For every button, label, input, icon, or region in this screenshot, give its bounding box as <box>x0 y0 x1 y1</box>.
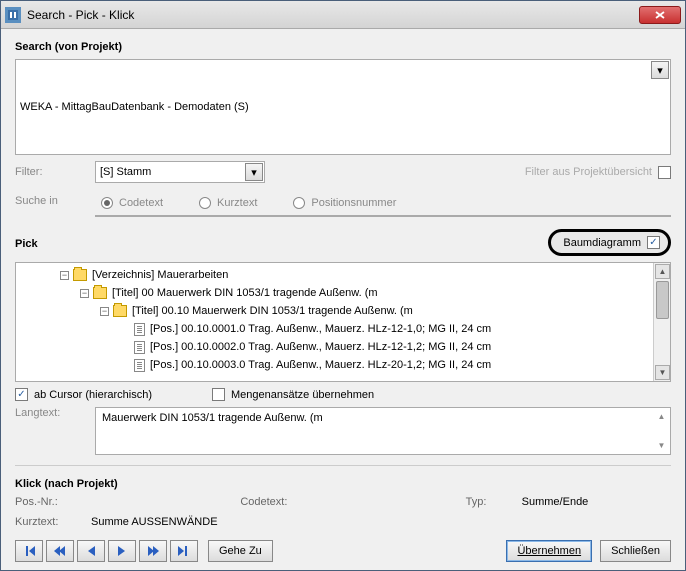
kurztext-value: Summe AUSSENWÄNDE <box>91 516 671 528</box>
nav-first-button[interactable] <box>15 540 43 562</box>
scroll-down-icon[interactable]: ▼ <box>655 365 670 380</box>
project-dropdown[interactable]: WEKA - MittagBauDatenbank - Demodaten (S… <box>15 59 671 155</box>
chevron-down-icon: ▾ <box>651 61 669 79</box>
ab-cursor-label: ab Cursor (hierarchisch) <box>34 389 152 401</box>
scroll-up-icon[interactable]: ▲ <box>655 410 668 423</box>
radio-icon <box>199 197 211 209</box>
uebernehmen-button[interactable]: Übernehmen <box>506 540 592 562</box>
project-value: WEKA - MittagBauDatenbank - Demodaten (S… <box>20 101 249 113</box>
langtext-value: Mauerwerk DIN 1053/1 tragende Außenw. (m <box>102 412 323 424</box>
chevron-down-icon: ▾ <box>245 163 263 181</box>
tree-label: [Pos.] 00.10.0002.0 Trag. Außenw., Mauer… <box>150 341 491 353</box>
document-icon <box>134 359 145 372</box>
tree-row[interactable]: [Pos.] 00.10.0003.0 Trag. Außenw., Mauer… <box>16 356 670 374</box>
collapse-icon[interactable]: − <box>80 289 89 298</box>
tree-label: [Verzeichnis] Mauerarbeiten <box>92 269 228 281</box>
tree-label: [Titel] 00.10 Mauerwerk DIN 1053/1 trage… <box>132 305 413 317</box>
codetext-label: Codetext: <box>240 496 316 508</box>
gehezu-button[interactable]: Gehe Zu <box>208 540 273 562</box>
baumdiagramm-label: Baumdiagramm <box>563 237 641 249</box>
baumdiagramm-toggle[interactable]: Baumdiagramm ✓ <box>548 229 671 256</box>
tree-row[interactable]: − [Titel] 00.10 Mauerwerk DIN 1053/1 tra… <box>16 302 670 320</box>
radio-codetext-label: Codetext <box>119 197 163 209</box>
nav-prev-button[interactable] <box>77 540 105 562</box>
tree-row[interactable]: [Pos.] 00.10.0001.0 Trag. Außenw., Mauer… <box>16 320 670 338</box>
radio-kurztext[interactable]: Kurztext <box>199 197 257 209</box>
tree-label: [Pos.] 00.10.0003.0 Trag. Außenw., Mauer… <box>150 359 491 371</box>
schliessen-button[interactable]: Schließen <box>600 540 671 562</box>
scroll-up-icon[interactable]: ▲ <box>655 264 670 279</box>
radio-positionsnummer[interactable]: Positionsnummer <box>293 197 396 209</box>
document-icon <box>134 323 145 336</box>
close-icon <box>655 11 665 19</box>
search-heading: Search (von Projekt) <box>15 41 671 53</box>
filter-label: Filter: <box>15 166 87 178</box>
uebernehmen-label: Übernehmen <box>517 545 581 557</box>
langtext-area[interactable]: Mauerwerk DIN 1053/1 tragende Außenw. (m… <box>95 407 671 455</box>
suchein-label: Suche in <box>15 195 87 207</box>
scroll-down-icon[interactable]: ▼ <box>655 439 668 452</box>
tree-row[interactable]: − [Verzeichnis] Mauerarbeiten <box>16 266 670 284</box>
posnr-label: Pos.-Nr.: <box>15 496 91 508</box>
typ-value: Summe/Ende <box>522 496 671 508</box>
nav-next-button[interactable] <box>108 540 136 562</box>
filter-aus-checkbox[interactable] <box>658 166 671 179</box>
nav-prev-page-button[interactable] <box>46 540 74 562</box>
langtext-label: Langtext: <box>15 407 87 419</box>
filter-value: [S] Stamm <box>100 166 151 178</box>
nav-next-page-button[interactable] <box>139 540 167 562</box>
document-icon <box>134 341 145 354</box>
folder-icon <box>113 305 127 317</box>
filter-aus-label: Filter aus Projektübersicht <box>525 166 652 178</box>
tree-row[interactable]: [Pos.] 00.10.0002.0 Trag. Außenw., Mauer… <box>16 338 670 356</box>
radio-icon <box>293 197 305 209</box>
window-title: Search - Pick - Klick <box>27 8 639 22</box>
folder-icon <box>93 287 107 299</box>
nav-last-button[interactable] <box>170 540 198 562</box>
kurztext-label: Kurztext: <box>15 516 91 528</box>
folder-icon <box>73 269 87 281</box>
radio-kurztext-label: Kurztext <box>217 197 257 209</box>
filter-dropdown[interactable]: [S] Stamm ▾ <box>95 161 265 183</box>
radio-codetext[interactable]: Codetext <box>101 197 163 209</box>
mengen-label: Mengenansätze übernehmen <box>231 389 374 401</box>
ab-cursor-checkbox[interactable]: ✓ <box>15 388 28 401</box>
baumdiagramm-checkbox: ✓ <box>647 236 660 249</box>
app-icon <box>5 7 21 23</box>
typ-label: Typ: <box>466 496 522 508</box>
collapse-icon[interactable]: − <box>100 307 109 316</box>
tree-label: [Pos.] 00.10.0001.0 Trag. Außenw., Mauer… <box>150 323 491 335</box>
collapse-icon[interactable]: − <box>60 271 69 280</box>
tree-scrollbar[interactable]: ▲ ▼ <box>653 263 670 381</box>
radio-icon <box>101 197 113 209</box>
tree-label: [Titel] 00 Mauerwerk DIN 1053/1 tragende… <box>112 287 378 299</box>
search-input[interactable] <box>95 215 671 217</box>
pick-heading: Pick <box>15 238 38 250</box>
mengen-checkbox[interactable] <box>212 388 225 401</box>
tree-view[interactable]: − [Verzeichnis] Mauerarbeiten − [Titel] … <box>15 262 671 382</box>
divider <box>15 465 671 466</box>
tree-row[interactable]: − [Titel] 00 Mauerwerk DIN 1053/1 tragen… <box>16 284 670 302</box>
close-button[interactable] <box>639 6 681 24</box>
klick-heading: Klick (nach Projekt) <box>15 478 671 490</box>
radio-posnr-label: Positionsnummer <box>311 197 396 209</box>
scroll-thumb[interactable] <box>656 281 669 319</box>
